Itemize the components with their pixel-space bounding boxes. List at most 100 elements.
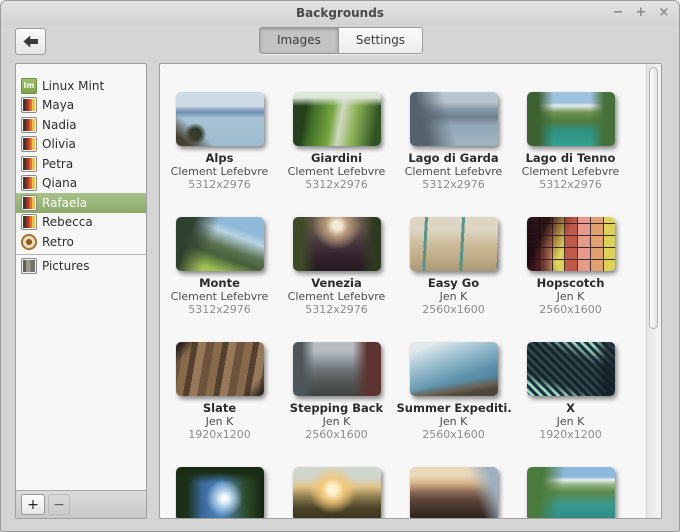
- sidebar-item-rafaela[interactable]: Rafaela: [16, 193, 146, 213]
- release-icon: [21, 97, 37, 114]
- wallpaper-name: Summer Expediti...: [396, 401, 511, 415]
- sidebar-item-nadia[interactable]: Nadia: [16, 115, 146, 135]
- wallpaper-item-lago-di-garda[interactable]: Lago di Garda Clement Lefebvre 5312x2976: [395, 92, 512, 217]
- wallpaper-item-venezia[interactable]: Venezia Clement Lefebvre 5312x2976: [278, 217, 395, 342]
- wallpaper-resolution: 2560x1600: [539, 303, 602, 316]
- wallpaper-item-monte[interactable]: Monte Clement Lefebvre 5312x2976: [161, 217, 278, 342]
- sidebar-item-label: Maya: [42, 98, 75, 113]
- wallpaper-thumbnail: [292, 342, 381, 396]
- release-icon: [21, 175, 37, 192]
- sidebar-item-label: Petra: [42, 156, 74, 171]
- release-icon: [21, 214, 37, 231]
- wallpaper-resolution: 5312x2976: [188, 178, 251, 191]
- close-icon[interactable]: ×: [657, 4, 671, 22]
- wallpaper-author: Clement Lefebvre: [287, 165, 386, 178]
- release-icon: [21, 136, 37, 153]
- wallpaper-item-lago-di-tenno[interactable]: Lago di Tenno Clement Lefebvre 5312x2976: [512, 92, 629, 217]
- wallpaper-thumbnail: [526, 467, 615, 518]
- wallpaper-item-slate[interactable]: Slate Jen K 1920x1200: [161, 342, 278, 467]
- back-arrow-icon: [23, 35, 38, 48]
- wallpaper-thumbnail: [175, 467, 264, 518]
- sidebar-item-linux-mint[interactable]: lm Linux Mint: [16, 76, 146, 96]
- wallpaper-name: Slate: [202, 401, 237, 415]
- back-button[interactable]: [15, 28, 46, 55]
- wallpaper-thumbnail: [292, 92, 381, 146]
- wallpaper-item[interactable]: [278, 467, 395, 518]
- wallpaper-item-hopscotch[interactable]: Hopscotch Jen K 2560x1600: [512, 217, 629, 342]
- wallpaper-name: Lago di Tenno: [525, 151, 616, 165]
- wallpaper-thumbnail: [409, 467, 498, 518]
- remove-folder-button[interactable]: −: [48, 494, 70, 515]
- wallpaper-name: Stepping Back: [289, 401, 384, 415]
- wallpaper-thumbnail: [292, 217, 381, 271]
- minimize-icon[interactable]: −: [611, 4, 625, 22]
- wallpaper-item-giardini[interactable]: Giardini Clement Lefebvre 5312x2976: [278, 92, 395, 217]
- wallpaper-item[interactable]: [395, 467, 512, 518]
- sidebar-item-olivia[interactable]: Olivia: [16, 135, 146, 155]
- wallpaper-resolution: 2560x1600: [305, 428, 368, 441]
- sidebar-item-label: Rafaela: [42, 195, 88, 210]
- sidebar-toolbar: + −: [16, 490, 146, 518]
- wallpaper-name: Alps: [205, 151, 234, 165]
- wallpaper-resolution: 5312x2976: [305, 178, 368, 191]
- view-tabs: Images Settings: [259, 27, 424, 54]
- sidebar-item-rebecca[interactable]: Rebecca: [16, 213, 146, 233]
- sidebar-item-label: Retro: [42, 234, 74, 249]
- wallpaper-resolution: 1920x1200: [539, 428, 602, 441]
- maximize-icon[interactable]: +: [634, 4, 648, 22]
- add-folder-button[interactable]: +: [21, 494, 45, 515]
- wallpaper-thumbnail: [526, 342, 615, 396]
- wallpaper-author: Clement Lefebvre: [404, 165, 503, 178]
- wallpaper-resolution: 1920x1200: [188, 428, 251, 441]
- wallpaper-item-easy-go[interactable]: Easy Go Jen K 2560x1600: [395, 217, 512, 342]
- sidebar-item-qiana[interactable]: Qiana: [16, 174, 146, 194]
- wallpaper-name: X: [566, 401, 575, 415]
- wallpaper-thumbnail: [409, 217, 498, 271]
- wallpaper-name: Giardini: [310, 151, 363, 165]
- backgrounds-window: Backgrounds − + × Images Settings lm Linu…: [0, 0, 680, 532]
- scrollbar-thumb[interactable]: [649, 67, 658, 329]
- wallpaper-author: Jen K: [556, 290, 585, 303]
- wallpaper-author: Clement Lefebvre: [170, 165, 269, 178]
- wallpaper-thumbnail: [526, 92, 615, 146]
- background-collections-list: lm Linux Mint Maya Nadia Olivia Petra Qiana Raf…: [16, 64, 146, 490]
- tab-settings[interactable]: Settings: [337, 28, 423, 53]
- wallpaper-author: Jen K: [322, 415, 351, 428]
- wallpaper-item[interactable]: [161, 467, 278, 518]
- window-title: Backgrounds: [296, 6, 384, 20]
- sidebar-item-label: Pictures: [42, 259, 90, 274]
- wallpaper-author: Clement Lefebvre: [170, 290, 269, 303]
- wallpaper-panel: Alps Clement Lefebvre 5312x2976 Giardini Cle…: [159, 63, 662, 519]
- sidebar-separator: [16, 253, 146, 255]
- wallpaper-name: Easy Go: [427, 276, 480, 290]
- sidebar: lm Linux Mint Maya Nadia Olivia Petra Qiana Raf…: [15, 63, 147, 519]
- sidebar-item-pictures[interactable]: Pictures: [16, 257, 146, 277]
- scrollbar[interactable]: [646, 64, 661, 518]
- sidebar-item-retro[interactable]: Retro: [16, 232, 146, 252]
- sidebar-item-label: Qiana: [42, 176, 78, 191]
- sidebar-item-label: Nadia: [42, 117, 77, 132]
- release-icon: [21, 194, 37, 211]
- sidebar-item-maya[interactable]: Maya: [16, 96, 146, 116]
- wallpaper-thumbnail: [526, 217, 615, 271]
- wallpaper-item-x[interactable]: X Jen K 1920x1200: [512, 342, 629, 467]
- tab-images[interactable]: Images: [260, 28, 338, 53]
- titlebar[interactable]: Backgrounds − + ×: [1, 1, 679, 25]
- wallpaper-author: Clement Lefebvre: [287, 290, 386, 303]
- wallpaper-resolution: 5312x2976: [539, 178, 602, 191]
- wallpaper-item-alps[interactable]: Alps Clement Lefebvre 5312x2976: [161, 92, 278, 217]
- wallpaper-thumbnail: [175, 342, 264, 396]
- linux-mint-icon: lm: [21, 77, 37, 94]
- release-icon: [21, 155, 37, 172]
- wallpaper-grid: Alps Clement Lefebvre 5312x2976 Giardini Cle…: [161, 64, 629, 518]
- wallpaper-item[interactable]: [512, 467, 629, 518]
- wallpaper-resolution: 2560x1600: [422, 428, 485, 441]
- toolbar: Images Settings: [1, 25, 679, 63]
- wallpaper-author: Jen K: [439, 415, 468, 428]
- wallpaper-author: Clement Lefebvre: [521, 165, 620, 178]
- wallpaper-thumbnail: [175, 217, 264, 271]
- wallpaper-item-stepping-back[interactable]: Stepping Back Jen K 2560x1600: [278, 342, 395, 467]
- sidebar-item-petra[interactable]: Petra: [16, 154, 146, 174]
- wallpaper-name: Monte: [199, 276, 240, 290]
- wallpaper-item-summer-expediti[interactable]: Summer Expediti... Jen K 2560x1600: [395, 342, 512, 467]
